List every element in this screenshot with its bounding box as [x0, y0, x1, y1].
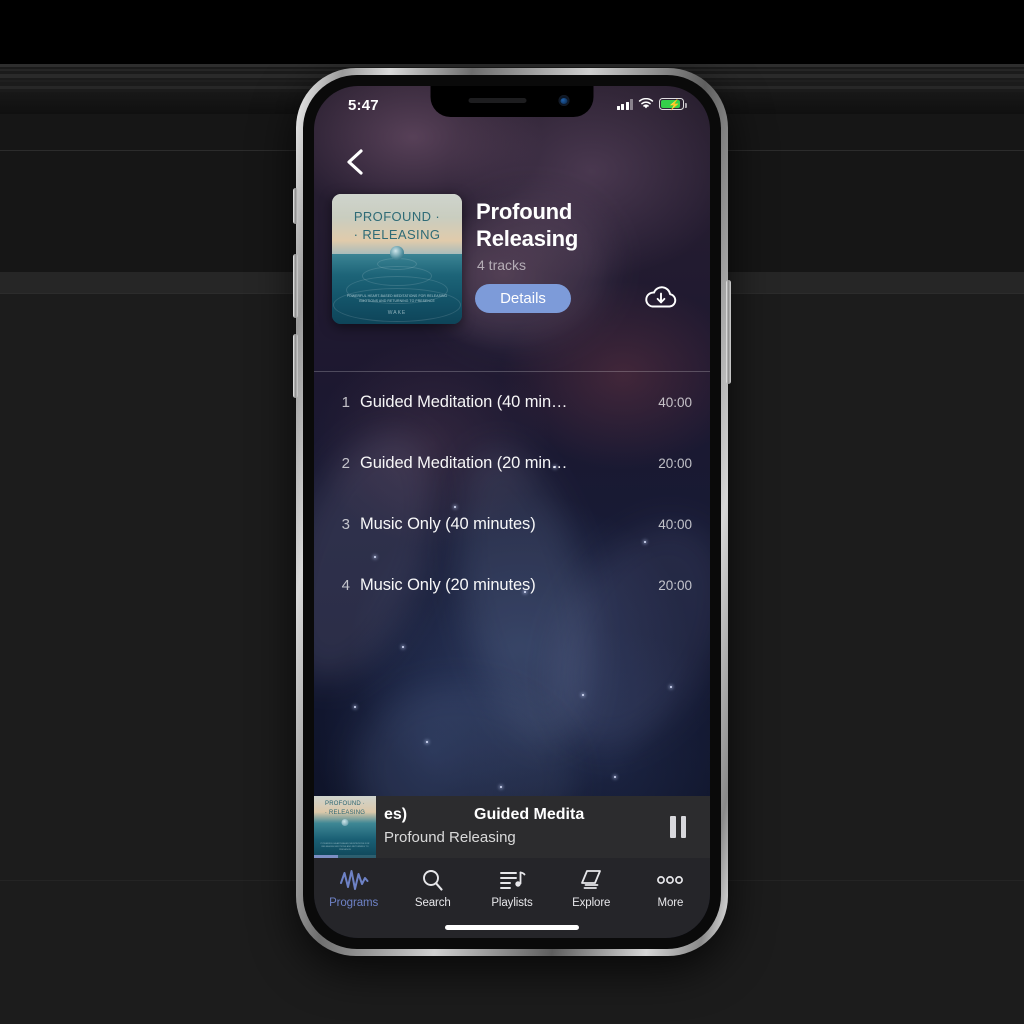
pause-button[interactable]	[646, 796, 710, 858]
water-drop-icon	[341, 819, 349, 826]
water-drop-icon	[390, 246, 404, 260]
details-button[interactable]: Details	[475, 284, 571, 313]
mini-artwork-line2: · RELEASING	[324, 810, 366, 816]
chevron-left-icon	[347, 149, 363, 175]
track-duration: 40:00	[658, 517, 692, 532]
earpiece-speaker	[468, 98, 527, 103]
artwork-subtitle: POWERFUL HEART-BASED MEDITATIONS FOR REL…	[346, 294, 448, 303]
mini-artwork-line1: PROFOUND ·	[325, 801, 365, 807]
track-title: Music Only (40 minutes)	[360, 515, 536, 533]
artwork-title-line2: · RELEASING	[353, 227, 441, 242]
album-header: PROFOUND · · RELEASING POWERFUL HEART-BA…	[314, 194, 710, 372]
mini-artwork-subtitle: POWERFUL HEART-BASED MEDITATIONS FOR REL…	[320, 843, 370, 851]
track-duration: 20:00	[658, 578, 692, 593]
playlist-music-icon	[499, 867, 526, 893]
marquee-lead-text: es)	[384, 806, 408, 823]
track-title: Guided Meditation (40 min…	[360, 393, 568, 411]
mini-player-artwork: PROFOUND · · RELEASING POWERFUL HEART-BA…	[314, 796, 376, 858]
tab-more[interactable]: More	[631, 867, 710, 909]
artwork-title-line1: PROFOUND ·	[353, 209, 441, 224]
track-number: 2	[341, 455, 350, 472]
tab-programs[interactable]: Programs	[314, 867, 393, 909]
track-number: 1	[341, 394, 350, 411]
pause-icon	[670, 816, 676, 838]
track-title: Guided Meditation (20 min…	[360, 454, 568, 472]
home-indicator[interactable]	[445, 925, 579, 930]
track-number: 3	[341, 516, 350, 533]
power-button[interactable]	[726, 280, 731, 384]
pause-icon	[680, 816, 686, 838]
mini-player[interactable]: PROFOUND · · RELEASING POWERFUL HEART-BA…	[314, 796, 710, 858]
tab-search[interactable]: Search	[393, 867, 472, 909]
album-track-count: 4 tracks	[477, 257, 527, 273]
ellipsis-icon	[656, 867, 684, 893]
volume-down-button[interactable]	[293, 334, 298, 398]
device-notch	[430, 86, 594, 117]
tab-label: Search	[414, 897, 451, 909]
phone-screen: 5:47 ⚡ PROFOUND · · RELEASING POWERFUL H…	[314, 86, 710, 938]
front-camera	[558, 95, 570, 106]
now-playing-artist: Profound Releasing	[384, 829, 516, 846]
cloud-download-icon	[645, 286, 677, 308]
track-row[interactable]: 3 Music Only (40 minutes) 40:00	[314, 494, 710, 555]
mute-switch[interactable]	[293, 188, 298, 224]
search-icon	[420, 867, 445, 893]
backdrop-top-black	[0, 0, 1024, 64]
album-title: Profound Releasing	[476, 199, 579, 251]
back-button[interactable]	[336, 142, 376, 182]
now-playing-marquee: es) Guided Medita	[376, 806, 646, 828]
phone-device-frame: 5:47 ⚡ PROFOUND · · RELEASING POWERFUL H…	[293, 68, 731, 956]
wifi-icon	[638, 98, 654, 109]
track-duration: 40:00	[658, 395, 692, 410]
volume-up-button[interactable]	[293, 254, 298, 318]
marquee-title-text: Guided Medita	[474, 806, 585, 823]
track-list: 1 Guided Meditation (40 min… 40:00 2 Gui…	[314, 372, 710, 616]
track-number: 4	[341, 577, 350, 594]
waveform-icon	[339, 867, 369, 893]
backdrop-band	[0, 64, 1024, 67]
track-row[interactable]: 4 Music Only (20 minutes) 20:00	[314, 555, 710, 616]
tab-label: Playlists	[491, 897, 533, 909]
tab-explore[interactable]: Explore	[552, 867, 631, 909]
mini-player-info: es) Guided Medita Profound Releasing	[376, 796, 646, 858]
status-bar-clock: 5:47	[348, 97, 379, 114]
artwork-brand: WAKE	[387, 310, 407, 316]
stacked-cards-icon	[578, 867, 604, 893]
album-artwork[interactable]: PROFOUND · · RELEASING POWERFUL HEART-BA…	[332, 194, 462, 324]
battery-icon: ⚡	[659, 98, 687, 111]
track-row[interactable]: 1 Guided Meditation (40 min… 40:00	[314, 372, 710, 433]
track-title: Music Only (20 minutes)	[360, 576, 536, 594]
tab-label: More	[657, 897, 684, 909]
tab-playlists[interactable]: Playlists	[472, 867, 551, 909]
track-duration: 20:00	[658, 456, 692, 471]
download-button[interactable]	[642, 279, 680, 317]
tab-label: Explore	[572, 897, 611, 909]
cellular-signal-icon	[616, 98, 633, 110]
track-row[interactable]: 2 Guided Meditation (20 min… 20:00	[314, 433, 710, 494]
tab-label: Programs	[329, 897, 379, 909]
